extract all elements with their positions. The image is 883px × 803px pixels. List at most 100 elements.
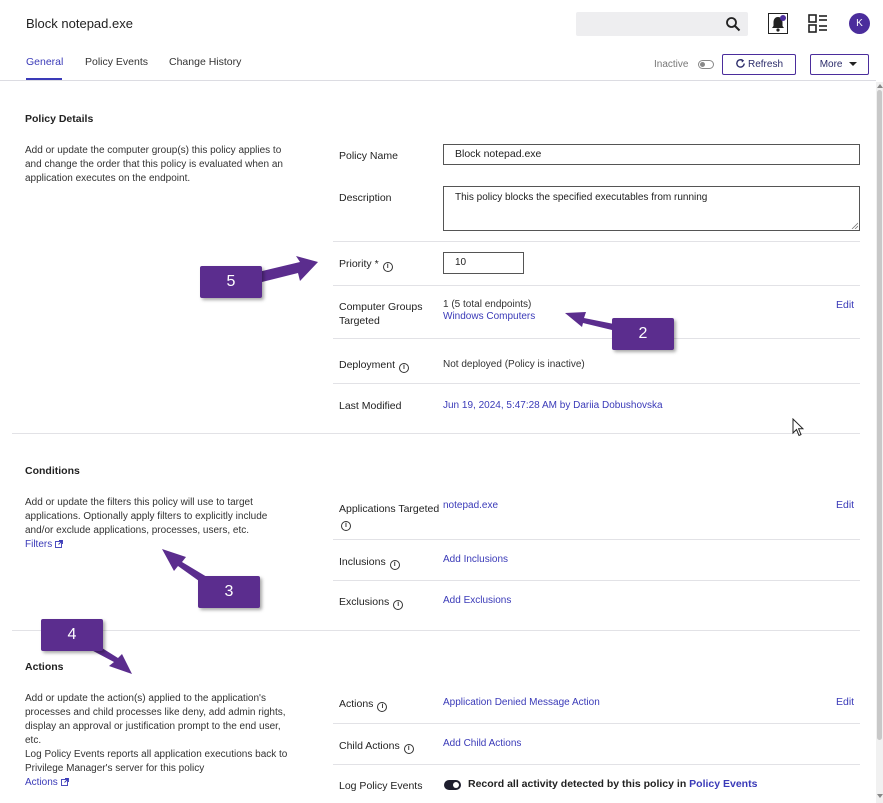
- last-modified-label: Last Modified: [339, 400, 402, 412]
- policy-name-field[interactable]: Block notepad.exe: [443, 144, 860, 165]
- add-exclusions-link[interactable]: Add Exclusions: [443, 595, 511, 606]
- info-icon[interactable]: i: [389, 560, 400, 570]
- applications-targeted-label-text: Applications Targeted: [339, 503, 440, 515]
- priority-label-text: Priority *: [339, 258, 379, 270]
- info-icon[interactable]: i: [377, 702, 388, 712]
- callout-badge-2: 2: [612, 318, 674, 350]
- child-actions-label-text: Child Actions: [339, 740, 400, 752]
- divider: [333, 338, 860, 339]
- callout-arrows: [80, 256, 614, 674]
- info-icon[interactable]: i: [382, 262, 393, 272]
- tab-change-history[interactable]: Change History: [169, 56, 241, 68]
- resize-handle-icon[interactable]: [851, 222, 858, 229]
- tabs-divider: [0, 80, 876, 81]
- filters-link[interactable]: Filters: [25, 539, 52, 550]
- section-divider: [12, 433, 860, 434]
- callout-badge-4: 4: [41, 619, 103, 651]
- add-child-actions-link[interactable]: Add Child Actions: [443, 738, 521, 749]
- actions-description-text: Add or update the action(s) applied to t…: [25, 693, 286, 746]
- conditions-description: Add or update the filters this policy wi…: [25, 496, 290, 552]
- actions-label-text: Actions: [339, 698, 374, 710]
- exclusions-label: Exclusions i: [339, 596, 404, 610]
- external-link-icon[interactable]: [55, 540, 64, 548]
- last-modified-value: Jun 19, 2024, 5:47:28 AM by Dariia Dobus…: [443, 400, 663, 411]
- notification-bell-icon[interactable]: [768, 13, 788, 34]
- log-policy-events-label: Log Policy Events: [339, 780, 423, 792]
- grid-menu-icon[interactable]: [808, 14, 828, 34]
- info-icon[interactable]: i: [403, 744, 414, 754]
- edit-applications-link[interactable]: Edit: [836, 499, 854, 511]
- description-field[interactable]: This policy blocks the specified executa…: [443, 186, 860, 231]
- inclusions-label: Inclusions i: [339, 556, 400, 570]
- child-actions-label: Child Actions i: [339, 740, 414, 754]
- search-icon[interactable]: [725, 16, 741, 32]
- inclusions-label-text: Inclusions: [339, 556, 386, 568]
- callout-arrow-2: [565, 312, 614, 330]
- top-bar: Block notepad.exe K: [0, 0, 883, 48]
- scroll-down-arrow-icon[interactable]: [877, 794, 883, 798]
- applications-targeted-label: Applications Targeted i: [339, 502, 439, 531]
- computer-groups-count: 1 (5 total endpoints): [443, 299, 532, 310]
- deployment-label-text: Deployment: [339, 359, 396, 371]
- edit-computer-groups-link[interactable]: Edit: [836, 299, 854, 311]
- log-policy-events-toggle[interactable]: [444, 780, 461, 790]
- priority-field[interactable]: 10: [443, 252, 524, 274]
- deployment-label: Deployment i: [339, 359, 410, 373]
- actions-label: Actions i: [339, 698, 388, 712]
- more-button[interactable]: More: [810, 54, 869, 75]
- chevron-down-icon: [849, 62, 858, 66]
- policy-events-link[interactable]: Policy Events: [689, 778, 757, 790]
- actions-link[interactable]: Actions: [25, 777, 58, 788]
- policy-name-label: Policy Name: [339, 150, 398, 162]
- tab-general[interactable]: General: [26, 56, 63, 68]
- log-policy-events-description: Record all activity detected by this pol…: [468, 778, 690, 790]
- actions-description: Add or update the action(s) applied to t…: [25, 692, 293, 790]
- computer-groups-label-line2: Targeted: [339, 315, 380, 327]
- deployment-value: Not deployed (Policy is inactive): [443, 359, 585, 370]
- mouse-cursor-icon: [792, 418, 804, 437]
- more-button-label: More: [819, 59, 843, 70]
- conditions-title: Conditions: [25, 465, 80, 477]
- priority-label: Priority * i: [339, 258, 393, 272]
- divider: [333, 285, 860, 286]
- section-divider: [12, 630, 860, 631]
- avatar[interactable]: K: [849, 13, 870, 34]
- actions-value-link[interactable]: Application Denied Message Action: [443, 697, 600, 708]
- callout-badge-5: 5: [200, 266, 262, 298]
- active-toggle[interactable]: [698, 60, 714, 69]
- info-icon[interactable]: i: [341, 521, 351, 531]
- inactive-label: Inactive: [654, 59, 689, 70]
- search-input[interactable]: [576, 12, 748, 36]
- computer-groups-value: 1 (5 total endpoints) Windows Computers: [443, 299, 535, 323]
- divider: [333, 383, 860, 384]
- scrollbar-thumb[interactable]: [877, 90, 882, 740]
- policy-details-description: Add or update the computer group(s) this…: [25, 145, 283, 184]
- computer-groups-label: Computer Groups Targeted: [339, 300, 422, 328]
- computer-groups-label-line1: Computer Groups: [339, 301, 423, 313]
- callout-arrow-5: [258, 256, 318, 282]
- divider: [333, 764, 860, 765]
- add-inclusions-link[interactable]: Add Inclusions: [443, 554, 508, 565]
- edit-actions-link[interactable]: Edit: [836, 696, 854, 708]
- external-link-icon[interactable]: [60, 778, 69, 786]
- description-label: Description: [339, 192, 392, 204]
- refresh-icon: [736, 58, 745, 68]
- applications-targeted-value[interactable]: notepad.exe: [443, 500, 498, 511]
- policy-details-title: Policy Details: [25, 113, 94, 125]
- divider: [333, 723, 860, 724]
- info-icon[interactable]: i: [399, 363, 410, 373]
- log-policy-events-text: Record all activity detected by this pol…: [468, 778, 757, 790]
- scroll-up-arrow-icon[interactable]: [877, 84, 883, 88]
- divider: [333, 241, 860, 242]
- tab-policy-events[interactable]: Policy Events: [85, 56, 148, 68]
- computer-group-link[interactable]: Windows Computers: [443, 311, 535, 323]
- refresh-button-label: Refresh: [747, 59, 783, 70]
- exclusions-label-text: Exclusions: [339, 596, 390, 608]
- info-icon[interactable]: i: [393, 600, 404, 610]
- conditions-description-text: Add or update the filters this policy wi…: [25, 497, 268, 536]
- actions-title: Actions: [25, 661, 64, 673]
- actions-description-text-2: Log Policy Events reports all applicatio…: [25, 749, 288, 774]
- divider: [333, 539, 860, 540]
- refresh-button[interactable]: Refresh: [722, 54, 796, 75]
- divider: [333, 580, 860, 581]
